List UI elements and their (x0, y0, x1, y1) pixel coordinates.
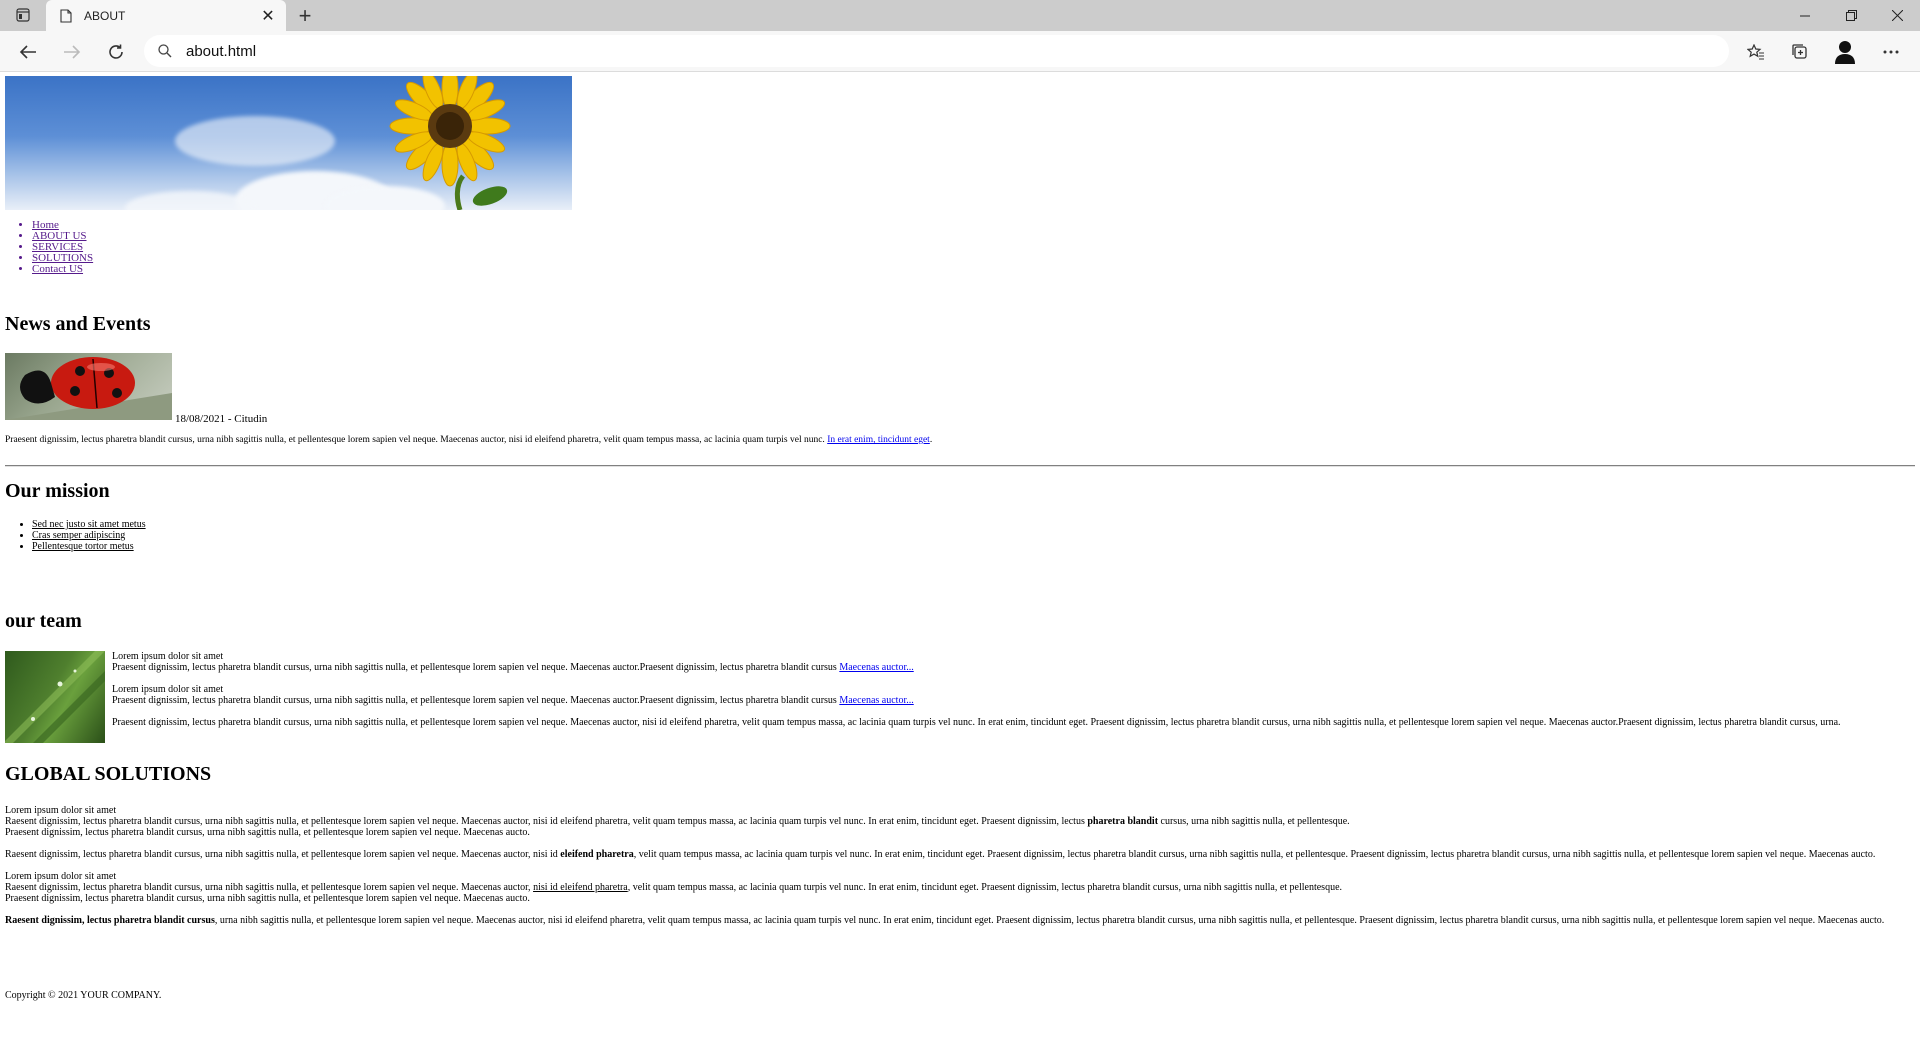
profile-avatar-icon[interactable] (1830, 37, 1860, 67)
global-b1-line2: Praesent dignissim, lectus pharetra blan… (5, 827, 530, 838)
news-heading: News and Events (5, 313, 151, 335)
web-page: Home ABOUT US SERVICES SOLUTIONS Contact… (0, 73, 1920, 1040)
restore-icon[interactable] (1828, 0, 1874, 31)
back-icon[interactable] (13, 37, 43, 67)
divider (5, 465, 1915, 467)
news-text-end: . (929, 435, 933, 445)
minimize-icon[interactable] (1782, 0, 1828, 31)
global-b4-bold: Raesent dignissim, lectus pharetra bland… (5, 915, 215, 926)
address-text: about.html (186, 42, 257, 60)
favorites-icon[interactable] (1741, 37, 1771, 67)
global-b3-link[interactable]: nisi id eleifend pharetra (533, 882, 628, 893)
mission-heading: Our mission (5, 480, 110, 502)
team-paragraph-2: Lorem ipsum dolor sit amet Praesent dign… (112, 684, 1912, 706)
team-heading: our team (5, 610, 82, 632)
team-p1-text: Praesent dignissim, lectus pharetra blan… (112, 662, 840, 673)
nav-item-contact: Contact US (32, 264, 93, 275)
address-bar[interactable]: about.html (144, 35, 1729, 67)
news-read-more-link[interactable]: In erat enim, tincidunt eget (827, 435, 930, 445)
global-b4-b: , urna nibh sagittis nulla, et pellentes… (214, 915, 1885, 926)
ladybug-image (5, 353, 172, 420)
global-b3-title: Lorem ipsum dolor sit amet (5, 871, 117, 882)
global-b3-line1c: , velit quam tempus massa, ac lacinia qu… (627, 882, 1343, 893)
list-item: Cras semper adipiscing (32, 530, 146, 541)
nav-link-contact-us[interactable]: Contact US (32, 263, 83, 275)
team-p2-link[interactable]: Maecenas auctor... (839, 695, 913, 706)
mission-list: Sed nec justo sit amet metus Cras semper… (10, 519, 146, 552)
team-paragraph-1: Lorem ipsum dolor sit amet Praesent dign… (112, 651, 1912, 673)
list-item: Pellentesque tortor metus (32, 541, 146, 552)
new-tab-icon[interactable]: + (292, 3, 318, 29)
window-controls (1782, 0, 1920, 31)
tab-actions-icon (16, 8, 30, 22)
global-block-4: Raesent dignissim, lectus pharetra bland… (5, 915, 1915, 926)
global-b1-line1c: cursus, urna nibh sagittis nulla, et pel… (1158, 816, 1350, 827)
mission-link-2[interactable]: Cras semper adipiscing (32, 530, 125, 541)
global-b1-title: Lorem ipsum dolor sit amet (5, 805, 117, 816)
team-paragraph-3: Praesent dignissim, lectus pharetra blan… (112, 717, 1841, 728)
news-text: Praesent dignissim, lectus pharetra blan… (5, 435, 828, 445)
grass-dewdrop-image (5, 651, 105, 743)
news-paragraph: Praesent dignissim, lectus pharetra blan… (5, 435, 932, 445)
mission-link-3[interactable]: Pellentesque tortor metus (32, 541, 134, 552)
team-text: Lorem ipsum dolor sit amet Praesent dign… (112, 651, 1912, 739)
team-p2-text: Praesent dignissim, lectus pharetra blan… (112, 695, 840, 706)
page-icon (60, 8, 72, 23)
collections-icon[interactable] (1785, 37, 1815, 67)
global-b3-line1a: Raesent dignissim, lectus pharetra bland… (5, 882, 534, 893)
global-block-3: Lorem ipsum dolor sit amet Raesent digni… (5, 871, 1915, 904)
global-block-1: Lorem ipsum dolor sit amet Raesent digni… (5, 805, 1915, 838)
search-icon (158, 44, 172, 58)
mission-link-1[interactable]: Sed nec justo sit amet metus (32, 519, 146, 530)
tab-actions-button[interactable] (8, 4, 38, 26)
global-b2-bold: eleifend pharetra (560, 849, 634, 860)
global-b2-a: Raesent dignissim, lectus pharetra bland… (5, 849, 561, 860)
close-window-icon[interactable] (1874, 0, 1920, 31)
refresh-icon[interactable] (101, 37, 131, 67)
tab-title: ABOUT (84, 8, 126, 23)
tab-strip: ABOUT ✕ + (0, 0, 1920, 31)
global-b3-line2: Praesent dignissim, lectus pharetra blan… (5, 893, 530, 904)
footer-copyright: Copyright © 2021 YOUR COMPANY. (5, 990, 162, 1001)
sunflower-banner-image (5, 76, 572, 210)
tab-about[interactable]: ABOUT ✕ (46, 0, 286, 31)
main-nav: Home ABOUT US SERVICES SOLUTIONS Contact… (10, 220, 93, 275)
team-p2-title: Lorem ipsum dolor sit amet (112, 684, 224, 695)
global-b1-line1a: Raesent dignissim, lectus pharetra bland… (5, 816, 1088, 827)
global-solutions-text: Lorem ipsum dolor sit amet Raesent digni… (5, 805, 1915, 937)
team-p1-title: Lorem ipsum dolor sit amet (112, 651, 224, 662)
forward-icon[interactable] (57, 37, 87, 67)
global-solutions-heading: GLOBAL SOLUTIONS (5, 763, 212, 785)
news-date: 18/08/2021 - Citudin (175, 413, 268, 425)
global-b2-c: , velit quam tempus massa, ac lacinia qu… (633, 849, 1876, 860)
list-item: Sed nec justo sit amet metus (32, 519, 146, 530)
global-block-2: Raesent dignissim, lectus pharetra bland… (5, 849, 1915, 860)
team-p1-link[interactable]: Maecenas auctor... (839, 662, 913, 673)
global-b1-bold: pharetra blandit (1087, 816, 1159, 827)
browser-toolbar: about.html (0, 31, 1920, 72)
close-tab-icon[interactable]: ✕ (256, 4, 280, 28)
more-options-icon[interactable] (1876, 37, 1906, 67)
